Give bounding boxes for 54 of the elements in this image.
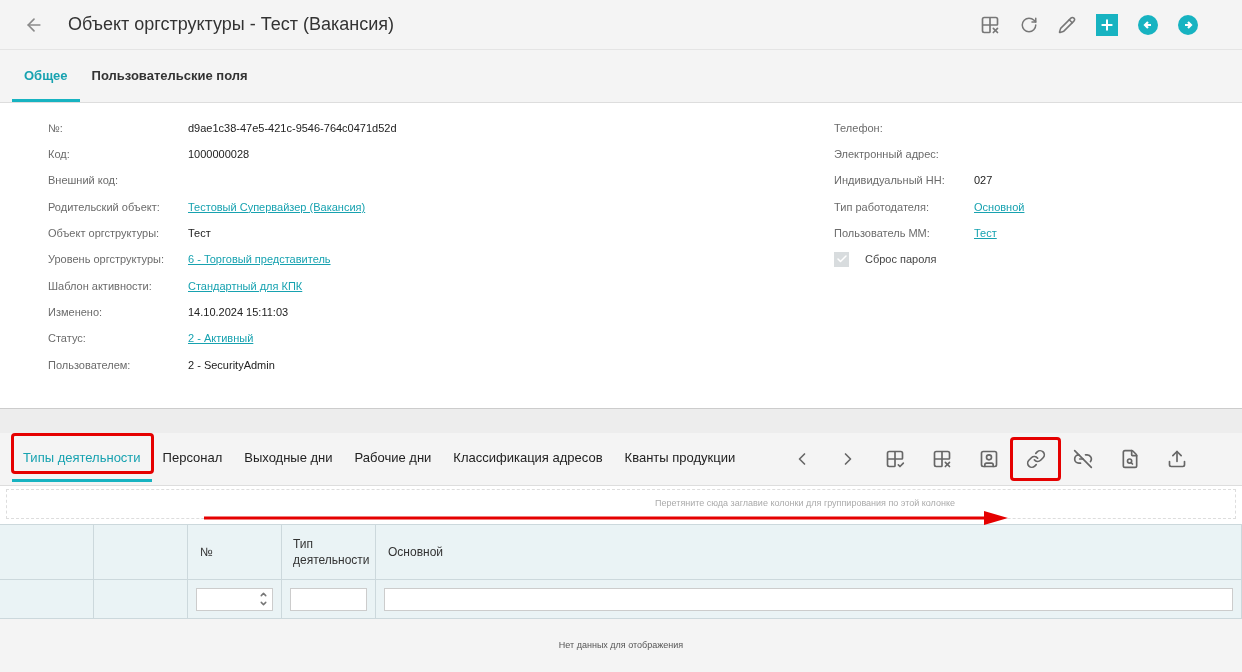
column-header[interactable]: № [188, 525, 282, 579]
field-label: Электронный адрес: [834, 147, 940, 163]
field-value: Тест [188, 226, 211, 242]
detail-tab[interactable]: Рабочие дни [343, 436, 443, 482]
field-label: Тип работодателя: [834, 199, 930, 215]
field-label: №: [48, 120, 64, 136]
field-label: Индивидуальный НН: [834, 173, 946, 189]
field-label: Родительский объект: [48, 199, 161, 215]
field-label: Пользователь ММ: [834, 226, 931, 242]
filter-field[interactable] [290, 587, 367, 611]
field-label: Телефон: [834, 120, 884, 136]
edit-icon[interactable] [1058, 15, 1076, 34]
field-label: Шаблон активности: [48, 278, 153, 294]
refresh-icon[interactable] [1020, 15, 1038, 34]
field-label: Объект оргструктуры: [48, 226, 161, 242]
field-label: Внешний код: [48, 173, 120, 189]
column-title: Тип деятельности [293, 536, 370, 568]
field-label: Код: [48, 147, 71, 163]
column-title: № [200, 544, 213, 560]
column-header[interactable]: Тип деятельности [282, 525, 376, 579]
field-value: 2 - SecurityAdmin [188, 357, 275, 373]
unlink-icon[interactable] [1072, 449, 1093, 469]
detail-tab[interactable]: Выходные дни [233, 436, 344, 482]
detail-tab[interactable]: Кванты продукции [613, 436, 747, 482]
empty-message: Нет данных для отображения [558, 638, 684, 652]
plus-icon [1099, 16, 1115, 33]
page-title: Объект оргструктуры - Тест (Вакансия) [68, 13, 395, 36]
field-label: Уровень оргструктуры: [48, 252, 166, 268]
field-value: 1000000028 [188, 147, 250, 163]
column-title: Основной [388, 544, 443, 560]
checkbox-label: Сброс пароля [865, 252, 937, 268]
detail-tab[interactable]: Персонал [151, 436, 234, 482]
field-value: 027 [974, 173, 993, 189]
table-check-icon[interactable] [884, 449, 905, 469]
upload-icon[interactable] [1166, 449, 1187, 469]
tab[interactable]: Пользовательские поля [79, 52, 260, 102]
spinner-icon[interactable] [259, 590, 268, 608]
add-button[interactable] [1096, 13, 1118, 36]
field-value: d9ae1c38-47e5-421c-9546-764c0471d52d [188, 120, 397, 136]
next-record-icon[interactable] [1178, 14, 1198, 35]
number-filter-field[interactable] [196, 587, 273, 611]
previous-record-icon[interactable] [1138, 14, 1158, 35]
field-label: Изменено: [48, 304, 104, 320]
grouping-hint: Перетяните сюда заглавие колонки для группирования по этой колонке [655, 497, 955, 511]
link-icon[interactable] [1025, 449, 1046, 469]
field-label: Пользователем: [48, 357, 132, 373]
field-value: 14.10.2024 15:11:03 [188, 304, 289, 320]
table-x-icon[interactable] [931, 449, 952, 469]
filter-field[interactable] [384, 587, 1233, 611]
field-label: Статус: [48, 331, 87, 347]
detail-tab[interactable]: Классификация адресов [442, 436, 614, 482]
user-card-icon[interactable] [978, 449, 999, 469]
table-x-icon[interactable] [980, 14, 1000, 35]
column-header[interactable]: Основной [376, 525, 1242, 579]
